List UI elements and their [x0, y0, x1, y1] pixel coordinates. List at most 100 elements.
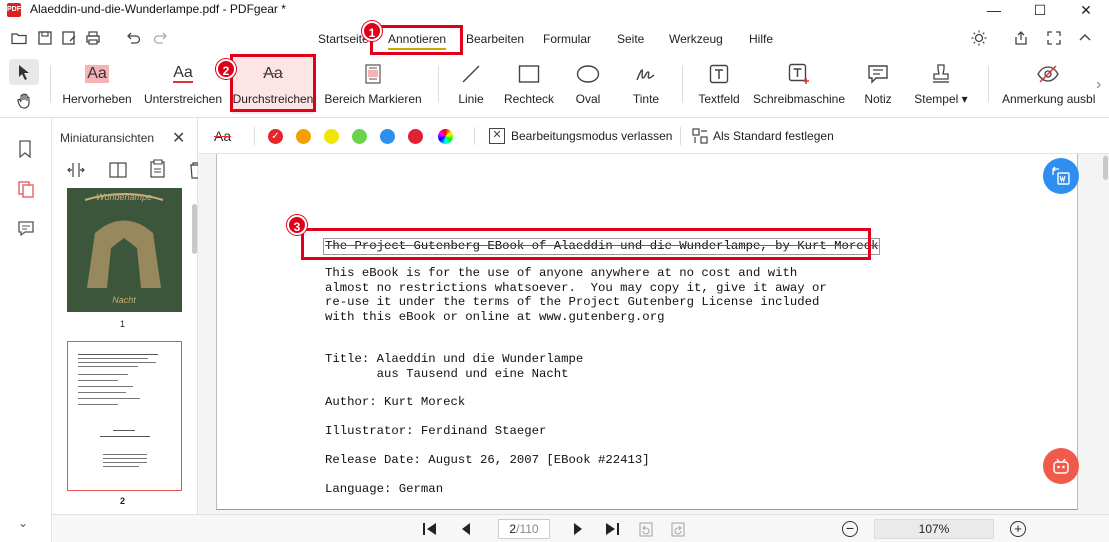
- zoom-out-icon[interactable]: −: [842, 521, 858, 537]
- tab-bearbeiten[interactable]: Bearbeiten: [466, 32, 524, 46]
- license-paragraph[interactable]: This eBook is for the use of anyone anyw…: [325, 266, 827, 324]
- textbox-tool[interactable]: Textfeld: [692, 56, 746, 114]
- collapse-ribbon-icon[interactable]: [1076, 29, 1094, 47]
- typewriter-icon: [788, 56, 810, 92]
- exit-edit-mode-button[interactable]: Bearbeitungsmodus verlassen: [511, 129, 672, 143]
- window-title: Alaeddin-und-die-Wunderlampe.pdf - PDFge…: [30, 2, 286, 16]
- line-tool[interactable]: Linie: [450, 56, 492, 114]
- tab-werkzeug[interactable]: Werkzeug: [669, 32, 723, 46]
- previous-page-icon[interactable]: [458, 521, 474, 540]
- stamp-tool[interactable]: Stempel ▾: [910, 56, 972, 114]
- underline-label: Unterstreichen: [143, 92, 223, 106]
- open-folder-icon[interactable]: [10, 29, 28, 47]
- ink-tool[interactable]: Tinte: [626, 56, 666, 114]
- bookmark-icon[interactable]: [17, 140, 33, 161]
- tab-hilfe[interactable]: Hilfe: [749, 32, 773, 46]
- area-highlight-tool[interactable]: Bereich Markieren: [322, 56, 424, 114]
- color-swatch-crimson[interactable]: [408, 129, 423, 144]
- color-swatch-orange[interactable]: [296, 129, 311, 144]
- thumbnail-panel-title: Miniaturansichten: [60, 131, 155, 145]
- color-swatch-red-selected[interactable]: ✓: [268, 129, 283, 144]
- thumbnails-pages-icon[interactable]: [17, 180, 35, 201]
- ribbon-scroll-right-icon[interactable]: ›: [1096, 76, 1101, 94]
- annotation-ribbon: Aa Hervorheben Aa Unterstreichen Aa Durc…: [0, 56, 1109, 118]
- print-icon[interactable]: [84, 29, 102, 47]
- rotate-left-icon[interactable]: [638, 520, 654, 541]
- tab-seite[interactable]: Seite: [617, 32, 644, 46]
- save-icon[interactable]: [36, 29, 54, 47]
- book-cover-illustration: Wunderlampe Nacht: [67, 188, 182, 312]
- zoom-level[interactable]: 107%: [874, 519, 994, 539]
- highlight-label: Hervorheben: [62, 92, 132, 106]
- extract-page-icon[interactable]: [148, 159, 168, 182]
- highlight-box-struck-heading: [301, 228, 871, 260]
- delete-page-icon[interactable]: [188, 161, 198, 182]
- color-swatch-yellow[interactable]: [324, 129, 339, 144]
- page-number-input[interactable]: 2/110: [498, 519, 550, 539]
- set-default-button[interactable]: Als Standard festlegen: [713, 129, 834, 143]
- step-badge-3: 3: [287, 215, 307, 235]
- textbox-label: Textfeld: [698, 92, 740, 106]
- title-text[interactable]: Title: Alaeddin und die Wunderlampe aus …: [325, 352, 583, 381]
- rectangle-tool[interactable]: Rechteck: [502, 56, 556, 114]
- oval-tool[interactable]: Oval: [568, 56, 608, 114]
- divider: [682, 66, 683, 102]
- line-icon: [461, 56, 481, 92]
- next-page-icon[interactable]: [570, 521, 586, 540]
- thumbnail-panel: Miniaturansichten ✕ Wunderlampe Nacht 1: [52, 118, 198, 514]
- set-default-icon[interactable]: [692, 128, 708, 147]
- close-panel-icon[interactable]: ✕: [172, 128, 185, 148]
- custom-color-picker-icon[interactable]: [438, 129, 453, 144]
- cursor-arrow-icon: [9, 59, 39, 85]
- note-tool[interactable]: Notiz: [860, 56, 896, 114]
- pdf-page: The Project Gutenberg EBook of Alaeddin …: [216, 154, 1078, 510]
- highlight-icon: Aa: [85, 65, 109, 83]
- close-button[interactable]: ✕: [1063, 0, 1109, 20]
- note-label: Notiz: [864, 92, 892, 106]
- comments-icon[interactable]: [17, 220, 35, 241]
- redo-icon[interactable]: [152, 29, 170, 47]
- thumbnail-scrollbar[interactable]: [192, 204, 197, 254]
- minimize-button[interactable]: —: [971, 0, 1017, 20]
- illustrator-text[interactable]: Illustrator: Ferdinand Staeger: [325, 424, 546, 439]
- tab-formular[interactable]: Formular: [543, 32, 591, 46]
- tab-startseite[interactable]: Startseite: [318, 32, 369, 46]
- highlight-box-durchstreichen: [230, 54, 316, 112]
- share-icon[interactable]: [1012, 29, 1030, 47]
- underline-tool[interactable]: Aa Unterstreichen: [140, 56, 226, 114]
- typewriter-tool[interactable]: Schreibmaschine: [752, 56, 846, 114]
- last-page-icon[interactable]: [604, 521, 620, 540]
- color-swatch-blue[interactable]: [380, 129, 395, 144]
- highlight-tool[interactable]: Aa Hervorheben: [58, 56, 136, 114]
- author-text[interactable]: Author: Kurt Moreck: [325, 395, 465, 410]
- theme-sun-icon[interactable]: [970, 29, 988, 47]
- typewriter-label: Schreibmaschine: [752, 92, 846, 106]
- viewer-scrollbar[interactable]: [1103, 156, 1108, 180]
- menu-bar: Startseite Annotieren Bearbeiten Formula…: [0, 20, 1109, 56]
- maximize-button[interactable]: ☐: [1017, 0, 1063, 20]
- strikethrough-style-icon[interactable]: Aa: [214, 128, 231, 144]
- chevron-down-icon[interactable]: ⌄: [18, 516, 28, 530]
- note-comment-icon: [867, 56, 889, 92]
- hide-annotations-tool[interactable]: Anmerkung ausbl: [1000, 56, 1096, 114]
- document-viewer: The Project Gutenberg EBook of Alaeddin …: [198, 154, 1109, 514]
- area-highlight-icon: [364, 56, 382, 92]
- first-page-icon[interactable]: [422, 521, 438, 540]
- thumbnail-page-2[interactable]: [67, 341, 182, 491]
- fit-width-icon[interactable]: [66, 161, 86, 182]
- pdf-to-word-icon[interactable]: [1043, 158, 1079, 194]
- two-page-icon[interactable]: [108, 161, 128, 182]
- exit-edit-mode-icon[interactable]: ✕: [489, 128, 505, 144]
- ai-assistant-robot-icon[interactable]: [1043, 448, 1079, 484]
- fullscreen-icon[interactable]: [1045, 29, 1063, 47]
- language-text[interactable]: Language: German: [325, 482, 443, 497]
- release-date-text[interactable]: Release Date: August 26, 2007 [EBook #22…: [325, 453, 650, 468]
- thumbnail-page-1[interactable]: Wunderlampe Nacht: [67, 188, 182, 312]
- zoom-in-icon[interactable]: +: [1010, 521, 1026, 537]
- divider: [988, 66, 989, 102]
- pdfgear-logo-icon: PDF: [7, 3, 21, 17]
- color-swatch-green[interactable]: [352, 129, 367, 144]
- rotate-right-icon[interactable]: [670, 520, 686, 541]
- save-as-icon[interactable]: [60, 29, 78, 47]
- undo-icon[interactable]: [124, 29, 142, 47]
